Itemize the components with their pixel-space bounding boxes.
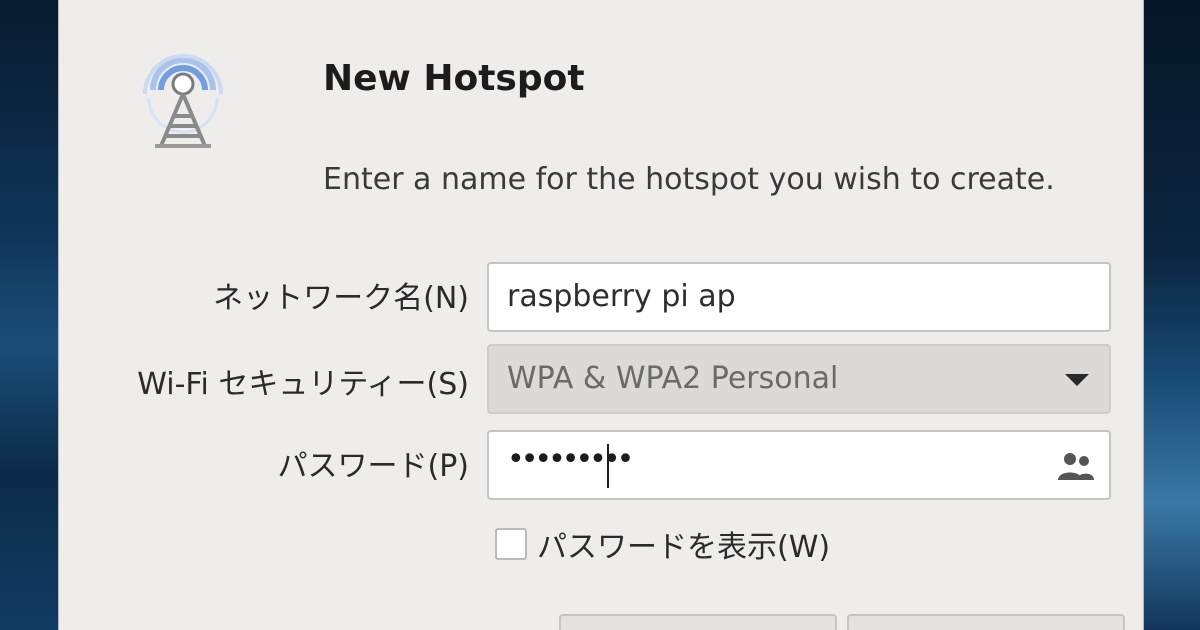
create-button[interactable]: [847, 614, 1125, 630]
chevron-down-icon: [1065, 374, 1089, 386]
new-hotspot-dialog: New Hotspot Enter a name for the hotspot…: [58, 0, 1144, 630]
password-label: パスワード(P): [277, 449, 470, 484]
hotspot-tower-icon: [143, 54, 223, 148]
show-password-label[interactable]: パスワードを表示(W): [537, 522, 830, 566]
text-caret: [607, 444, 609, 488]
wifi-security-label: Wi-Fi セキュリティー(S): [137, 367, 469, 402]
password-value: •••••••••: [507, 442, 634, 477]
network-name-value: raspberry pi ap: [507, 279, 736, 314]
network-name-label: ネットワーク名(N): [213, 281, 469, 316]
wifi-security-value: WPA & WPA2 Personal: [507, 361, 839, 396]
wallpaper-right: [1144, 0, 1200, 630]
wallpaper-left: [0, 0, 58, 630]
desktop-background: New Hotspot Enter a name for the hotspot…: [0, 0, 1200, 630]
wifi-security-dropdown[interactable]: WPA & WPA2 Personal: [487, 344, 1111, 414]
people-icon[interactable]: [1057, 450, 1095, 482]
dialog-title: New Hotspot: [323, 58, 585, 99]
password-input[interactable]: •••••••••: [487, 430, 1111, 500]
show-password-checkbox[interactable]: [495, 528, 527, 560]
cancel-button[interactable]: [559, 614, 837, 630]
dialog-subtitle: Enter a name for the hotspot you wish to…: [323, 162, 1055, 197]
network-name-input[interactable]: raspberry pi ap: [487, 262, 1111, 332]
